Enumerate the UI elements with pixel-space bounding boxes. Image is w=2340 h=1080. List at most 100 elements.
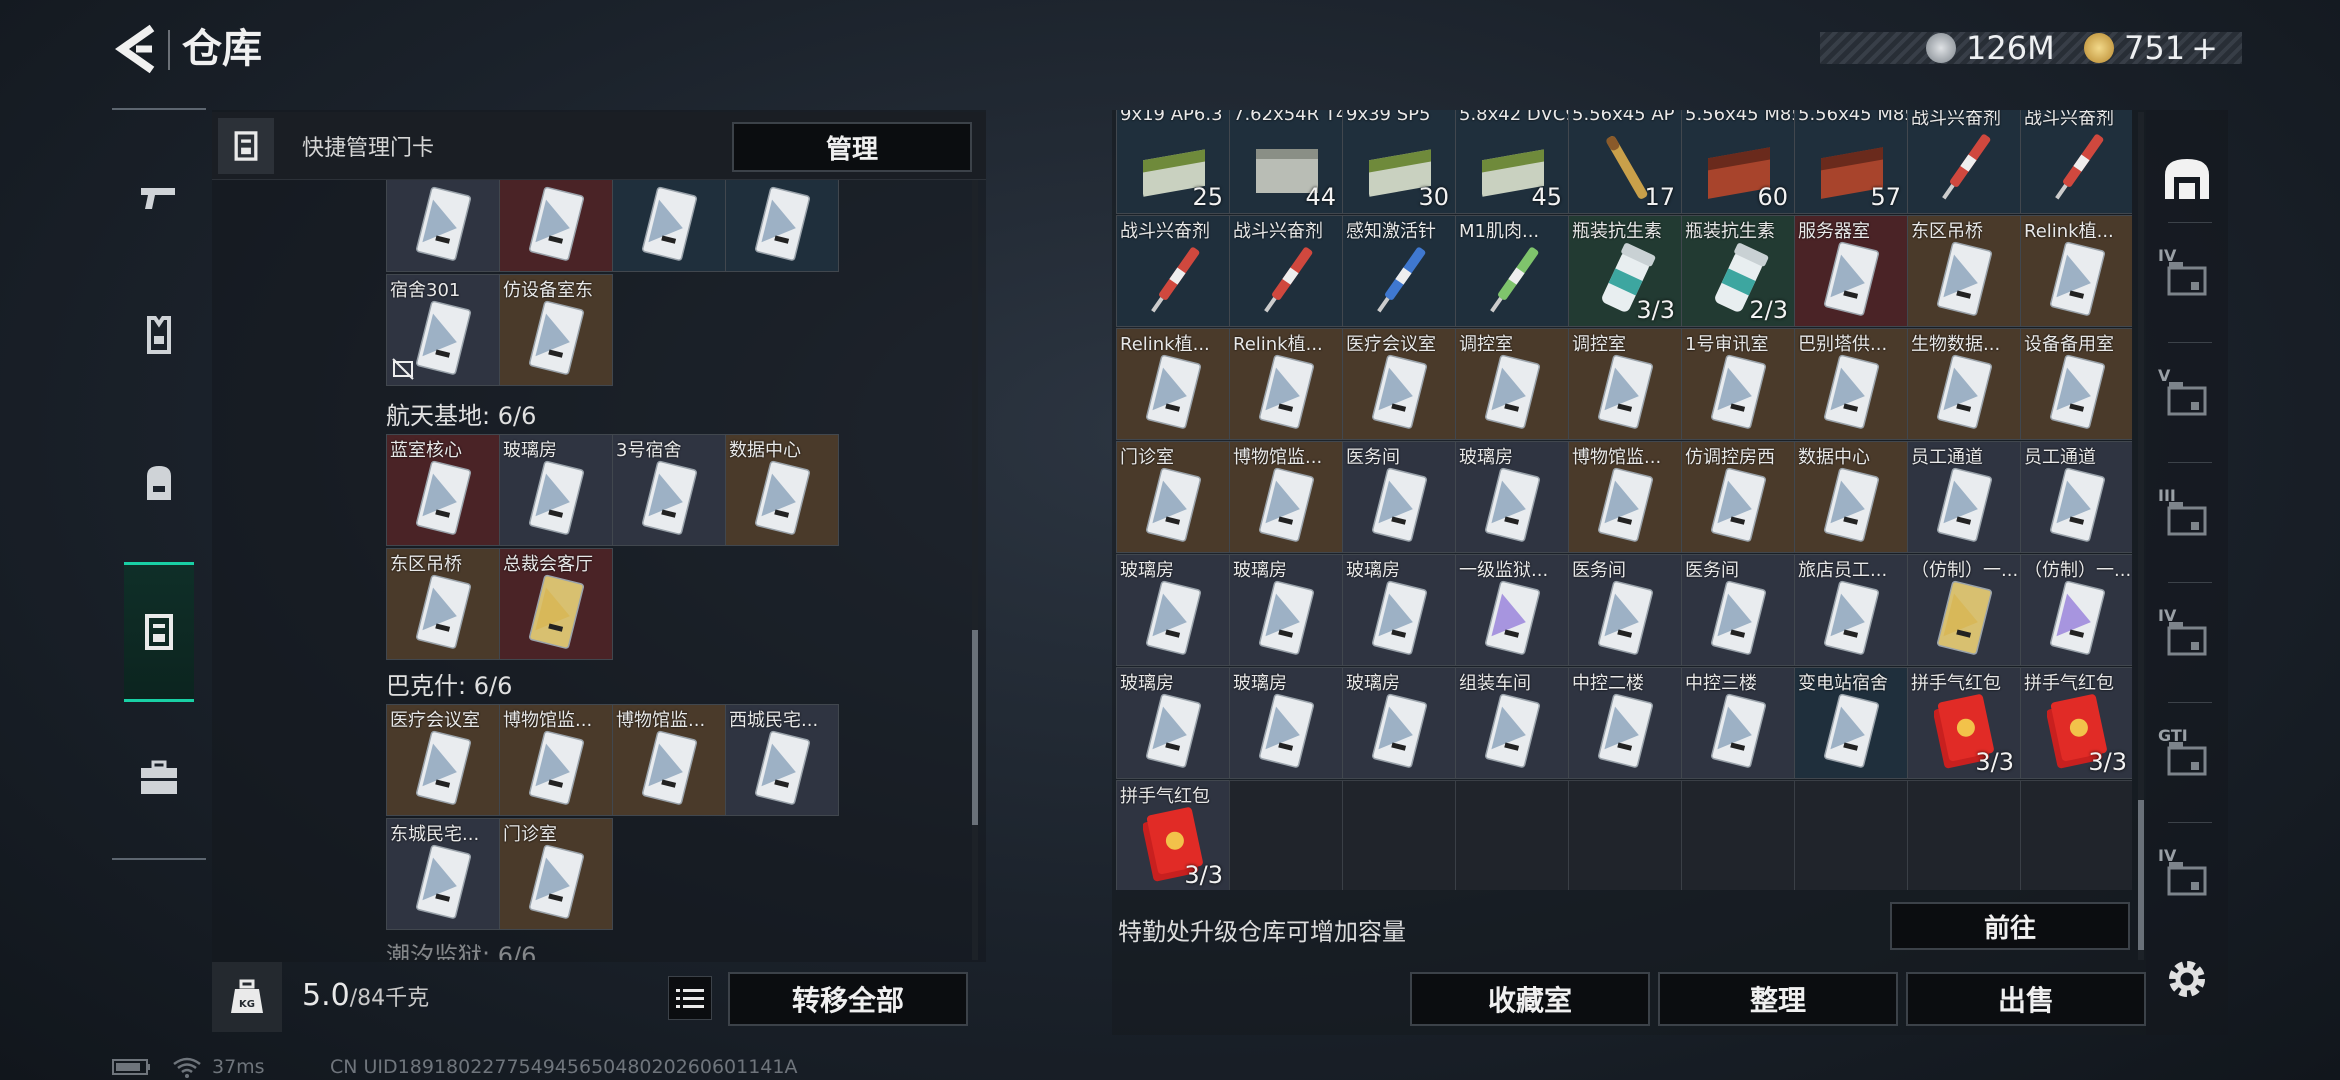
item-slot[interactable]: 玻璃房 [1229,554,1343,666]
item-slot[interactable]: 门诊室 [499,818,613,930]
item-slot[interactable]: 服务器室 [1794,215,1908,327]
manage-button[interactable]: 管理 [732,122,972,172]
empty-slot[interactable] [1342,780,1456,890]
item-slot[interactable]: 中控三楼 [1681,667,1795,779]
item-slot[interactable]: 瓶装抗生素 3/3 [1568,215,1682,327]
item-slot[interactable]: 数据中心 [1794,441,1908,553]
item-slot[interactable]: 员工通道 [2020,441,2132,553]
item-slot[interactable]: 调控室 [1455,328,1569,440]
item-slot[interactable]: 蓝室核心 [386,434,500,546]
item-slot[interactable]: 战斗兴奋剂 [1907,110,2021,214]
item-slot[interactable]: 战斗兴奋剂 [2020,110,2132,214]
item-slot[interactable]: 博物馆监... [1568,441,1682,553]
keycard-icon [416,574,472,649]
item-slot[interactable]: Relink植... [1116,328,1230,440]
item-slot[interactable]: 总裁会客厅 [499,548,613,660]
item-slot[interactable]: 巴别塔供... [1794,328,1908,440]
item-slot[interactable]: 变电站宿舍 [1794,667,1908,779]
item-slot[interactable]: 一级监狱... [1455,554,1569,666]
empty-slot[interactable] [2020,780,2132,890]
item-slot[interactable]: 医务间 [1681,554,1795,666]
item-slot[interactable]: 数据中心 [725,434,839,546]
item-slot[interactable]: 战斗兴奋剂 [1116,215,1230,327]
item-slot[interactable]: 博物馆监... [499,704,613,816]
item-slot[interactable]: 7.62x54R T46M 44 [1229,110,1343,214]
item-slot[interactable]: 医务间 [1568,554,1682,666]
empty-slot[interactable] [1681,780,1795,890]
item-slot[interactable]: 拼手气红包 3/3 [1907,667,2021,779]
item-slot[interactable]: 生物数据... [1907,328,2021,440]
item-slot[interactable]: 宿舍301 [386,274,500,386]
item-slot[interactable]: 瓶装抗生素 2/3 [1681,215,1795,327]
empty-slot[interactable] [1794,780,1908,890]
item-slot[interactable]: 门诊室 [1116,441,1230,553]
item-slot[interactable]: 5.56x45 AP 17 [1568,110,1682,214]
item-slot[interactable]: 西城民宅... [725,704,839,816]
settings-button[interactable] [2146,924,2228,1034]
item-slot[interactable]: Relink植... [1229,328,1343,440]
container-tab[interactable]: IV [2146,228,2228,328]
item-slot[interactable]: 东区吊桥 [1907,215,2021,327]
container-tab[interactable]: IV [2146,828,2228,928]
keycard-icon [529,574,585,649]
item-slot[interactable]: 仿调控房西 [1681,441,1795,553]
item-slot[interactable]: 东城民宅... [386,818,500,930]
item-slot[interactable]: 仿设备室东 [499,274,613,386]
item-slot[interactable]: 玻璃房 [1342,554,1456,666]
item-slot[interactable]: 玻璃房 [1455,441,1569,553]
add-bond-icon[interactable]: + [2191,29,2218,67]
item-slot[interactable]: 玻璃房 [499,434,613,546]
item-slot[interactable]: 旅店员工... [1794,554,1908,666]
item-slot[interactable]: 调控室 [1568,328,1682,440]
item-slot[interactable]: 战斗兴奋剂 [1229,215,1343,327]
item-slot[interactable]: 玻璃房 [1116,554,1230,666]
go-button[interactable]: 前往 [1890,902,2130,950]
item-slot[interactable]: （仿制）一... [1907,554,2021,666]
empty-slot[interactable] [1455,780,1569,890]
item-slot[interactable]: 设备备用室 [2020,328,2132,440]
item-slot[interactable]: 博物馆监... [1229,441,1343,553]
item-slot[interactable]: 医疗会议室 [1342,328,1456,440]
item-slot[interactable]: 3号宿舍 [612,434,726,546]
item-slot[interactable]: 医疗会议室 [386,704,500,816]
item-slot[interactable]: （仿制）一... [2020,554,2132,666]
item-slot[interactable]: 玻璃房 [1229,667,1343,779]
item-slot[interactable]: 博物馆监... [612,704,726,816]
bond-balance[interactable]: 751 + [2084,26,2218,70]
item-slot[interactable]: 9x39 SP5 30 [1342,110,1456,214]
container-tab[interactable]: V [2146,348,2228,448]
item-name: 拼手气红包 [2024,673,2114,694]
item-slot[interactable]: 东区吊桥 [386,548,500,660]
item-slot[interactable]: 5.8x42 DVC98 45 [1455,110,1569,214]
item-slot[interactable]: 感知激活针 [1342,215,1456,327]
item-slot[interactable]: 组装车间 [1455,667,1569,779]
stash-scroll-thumb[interactable] [2138,800,2144,950]
item-slot[interactable]: Relink植... [2020,215,2132,327]
item-slot[interactable]: M1肌肉... [1455,215,1569,327]
container-tab[interactable]: GTI [2146,708,2228,808]
item-slot[interactable]: 9x19 AP6.3 25 [1116,110,1230,214]
item-slot[interactable]: 医务间 [1342,441,1456,553]
item-slot[interactable]: 玻璃房 [1116,667,1230,779]
item-slot[interactable]: 拼手气红包 3/3 [2020,667,2132,779]
list-view-button[interactable] [668,976,712,1020]
transfer-all-button[interactable]: 转移全部 [728,972,968,1026]
item-slot[interactable]: 5.56x45 M855 60 [1681,110,1795,214]
item-slot[interactable]: 员工通道 [1907,441,2021,553]
empty-slot[interactable] [1229,780,1343,890]
item-slot[interactable]: 玻璃房 [1342,667,1456,779]
container-tab[interactable]: IV [2146,588,2228,688]
item-slot[interactable]: 拼手气红包 3/3 [1116,780,1230,890]
collection-room-button[interactable]: 收藏室 [1410,972,1650,1026]
item-name: 玻璃房 [1346,673,1400,694]
sell-button[interactable]: 出售 [1906,972,2146,1026]
sort-button[interactable]: 整理 [1658,972,1898,1026]
item-slot[interactable]: 1号审讯室 [1681,328,1795,440]
container-tab[interactable]: III [2146,468,2228,568]
item-slot[interactable]: 5.56x45 M855 57 [1794,110,1908,214]
empty-slot[interactable] [1907,780,2021,890]
empty-slot[interactable] [1568,780,1682,890]
stash-tab[interactable] [2146,124,2228,234]
item-slot[interactable]: 中控二楼 [1568,667,1682,779]
back-button[interactable] [112,22,162,76]
